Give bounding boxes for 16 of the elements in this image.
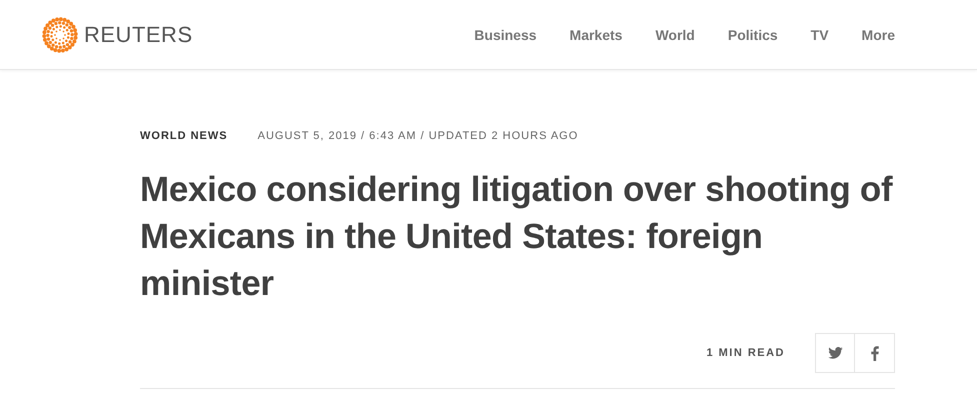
nav-link[interactable]: Business xyxy=(474,26,537,42)
logo-icon xyxy=(42,16,78,52)
section-label[interactable]: WORLD NEWS xyxy=(140,130,228,142)
dateline: AUGUST 5, 2019 / 6:43 AM / UPDATED 2 HOURS AGO xyxy=(258,130,578,142)
nav-link[interactable]: TV xyxy=(810,26,829,42)
facebook-share-button[interactable] xyxy=(855,333,895,373)
headline: Mexico considering litigation over shooting of Mexicans in the United States: foreign minister xyxy=(140,169,894,305)
read-time: 1 MIN READ xyxy=(706,347,785,359)
bird-icon xyxy=(828,347,842,359)
brand-name: REUTERS xyxy=(84,22,193,48)
nav-link[interactable]: Markets xyxy=(570,26,622,42)
nav-link[interactable]: More xyxy=(862,26,895,42)
facebook-icon xyxy=(870,346,878,360)
nav-link[interactable]: Politics xyxy=(728,26,778,42)
nav-link[interactable]: World xyxy=(655,26,695,42)
twitter-share-button[interactable] xyxy=(815,333,855,373)
